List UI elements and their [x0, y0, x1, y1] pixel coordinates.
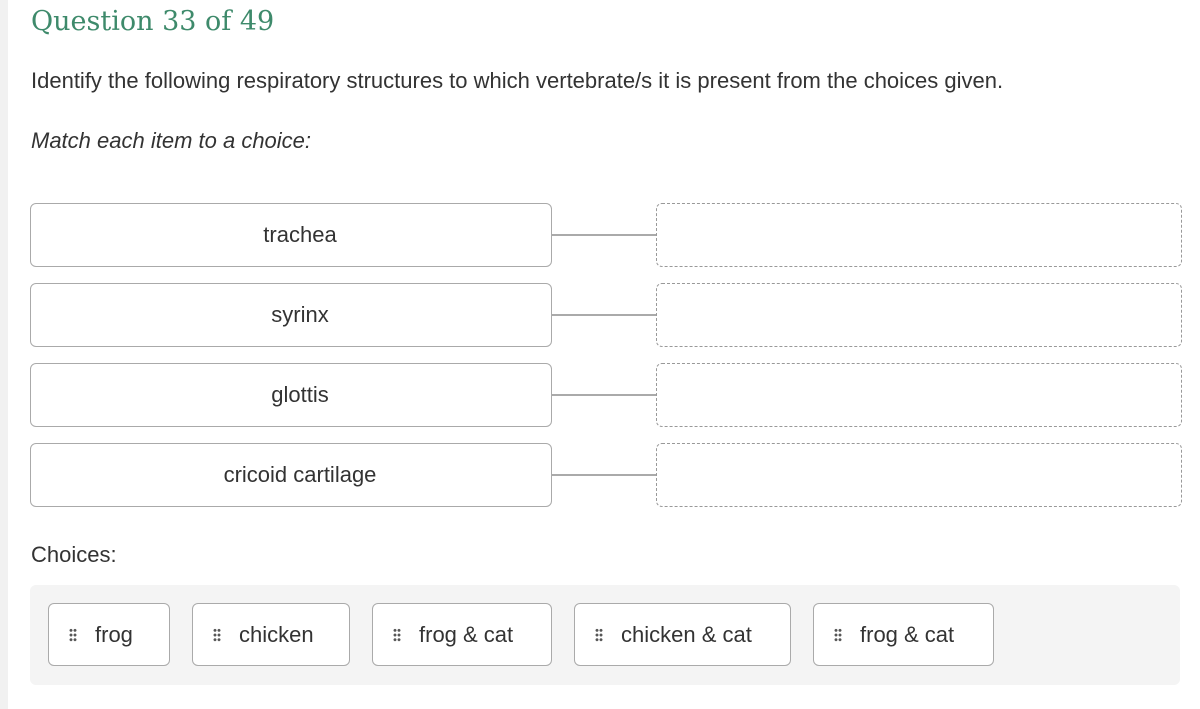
choice-chip-chicken[interactable]: chicken [192, 603, 350, 666]
question-prompt: Identify the following respiratory struc… [31, 68, 1004, 93]
match-item-glottis: glottis [30, 363, 552, 427]
drag-handle-icon[interactable] [393, 627, 401, 642]
left-edge [0, 0, 8, 709]
match-item-trachea: trachea [30, 203, 552, 267]
connector-line [552, 474, 656, 476]
choice-label: frog & cat [419, 621, 514, 647]
choice-chip-frog[interactable]: frog [48, 603, 170, 666]
drag-handle-icon[interactable] [69, 627, 77, 642]
drop-zone-2[interactable] [656, 283, 1182, 347]
drag-handle-icon[interactable] [595, 627, 603, 642]
instruction: Match each item to a choice: [31, 128, 312, 153]
item-label: syrinx [271, 302, 329, 327]
choice-label: chicken [239, 621, 314, 647]
choice-label: frog & cat [860, 621, 955, 647]
choice-label: chicken & cat [621, 621, 752, 647]
choice-chip-frog-cat[interactable]: frog & cat [372, 603, 552, 666]
connector-line [552, 234, 656, 236]
item-label: trachea [263, 222, 337, 247]
choice-chip-frog-cat-2[interactable]: frog & cat [813, 603, 994, 666]
match-item-cricoid-cartilage: cricoid cartilage [30, 443, 552, 507]
drop-zone-1[interactable] [656, 203, 1182, 267]
choice-chip-chicken-cat[interactable]: chicken & cat [574, 603, 791, 666]
match-item-syrinx: syrinx [30, 283, 552, 347]
item-label: cricoid cartilage [223, 462, 377, 487]
connector-line [552, 394, 656, 396]
item-label: glottis [271, 382, 329, 407]
connector-line [552, 314, 656, 316]
drag-handle-icon[interactable] [834, 627, 842, 642]
choices-label: Choices: [31, 542, 117, 567]
drag-handle-icon[interactable] [213, 627, 221, 642]
drop-zone-4[interactable] [656, 443, 1182, 507]
drop-zone-3[interactable] [656, 363, 1182, 427]
question-title: Question 33 of 49 [31, 6, 275, 37]
choice-label: frog [95, 621, 133, 647]
